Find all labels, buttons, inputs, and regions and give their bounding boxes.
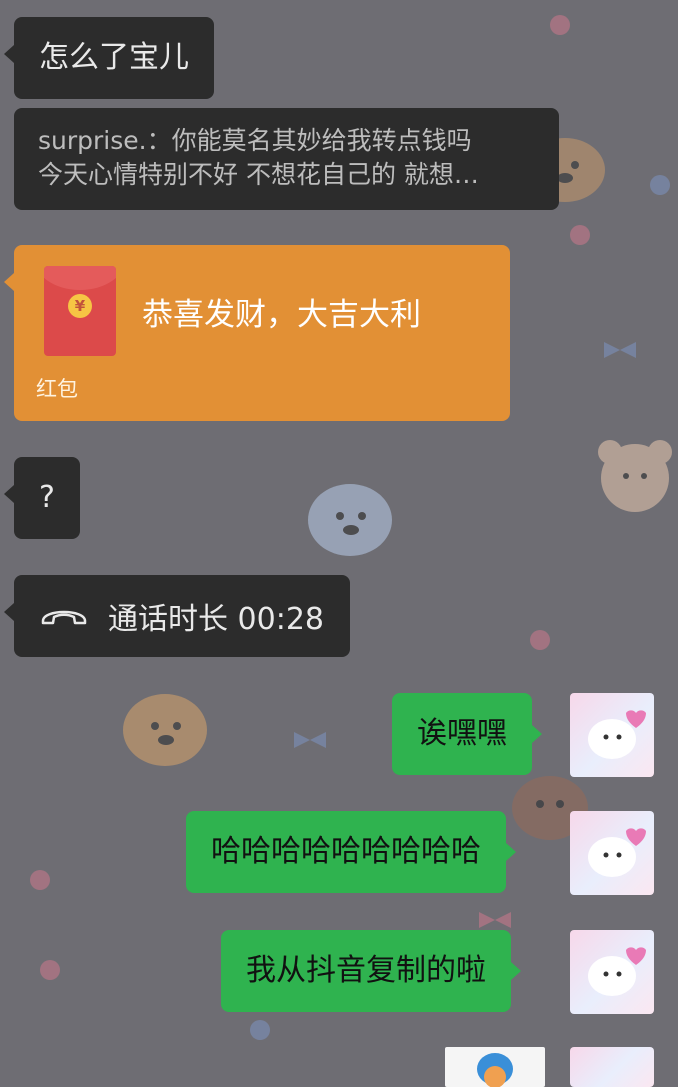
user-avatar[interactable] bbox=[570, 1047, 654, 1087]
outgoing-message-bubble[interactable]: 我从抖音复制的啦 bbox=[221, 930, 521, 1012]
quote-line: 今天心情特别不好 不想花自己的 就想… bbox=[38, 160, 479, 189]
incoming-message-bubble[interactable]: 怎么了宝儿 bbox=[4, 17, 214, 99]
sticker-message[interactable] bbox=[445, 1047, 545, 1087]
red-envelope-icon: ¥ bbox=[44, 266, 116, 356]
user-avatar[interactable] bbox=[570, 693, 654, 777]
red-envelope-coin: ¥ bbox=[68, 294, 92, 318]
cartoon-avatar-icon bbox=[477, 1053, 513, 1087]
phone-hangup-icon bbox=[41, 610, 87, 625]
outgoing-message-bubble[interactable]: 哈哈哈哈哈哈哈哈哈 bbox=[186, 811, 516, 893]
red-packet-label: 红包 bbox=[36, 377, 78, 401]
voice-call-record[interactable]: 通话时长 00:28 bbox=[4, 575, 350, 657]
red-packet-message[interactable]: ¥ 恭喜发财，大吉大利 红包 bbox=[4, 245, 510, 421]
puppy-avatar-icon bbox=[588, 947, 646, 996]
incoming-message-bubble[interactable]: ? bbox=[4, 457, 80, 539]
puppy-avatar-icon bbox=[588, 710, 646, 759]
quote-line: surprise.：你能莫名其妙给我转点钱吗 bbox=[38, 126, 472, 155]
user-avatar[interactable] bbox=[570, 811, 654, 895]
call-duration-text: 通话时长 00:28 bbox=[108, 602, 324, 637]
red-packet-greeting: 恭喜发财，大吉大利 bbox=[142, 297, 421, 333]
puppy-avatar-icon bbox=[588, 828, 646, 877]
quoted-message[interactable]: surprise.：你能莫名其妙给我转点钱吗 今天心情特别不好 不想花自己的 就… bbox=[14, 108, 559, 210]
chat-area[interactable]: 怎么了宝儿 surprise.：你能莫名其妙给我转点钱吗 今天心情特别不好 不想… bbox=[0, 0, 678, 1087]
outgoing-message-bubble[interactable]: 诶嘿嘿 bbox=[392, 693, 542, 775]
user-avatar[interactable] bbox=[570, 930, 654, 1014]
